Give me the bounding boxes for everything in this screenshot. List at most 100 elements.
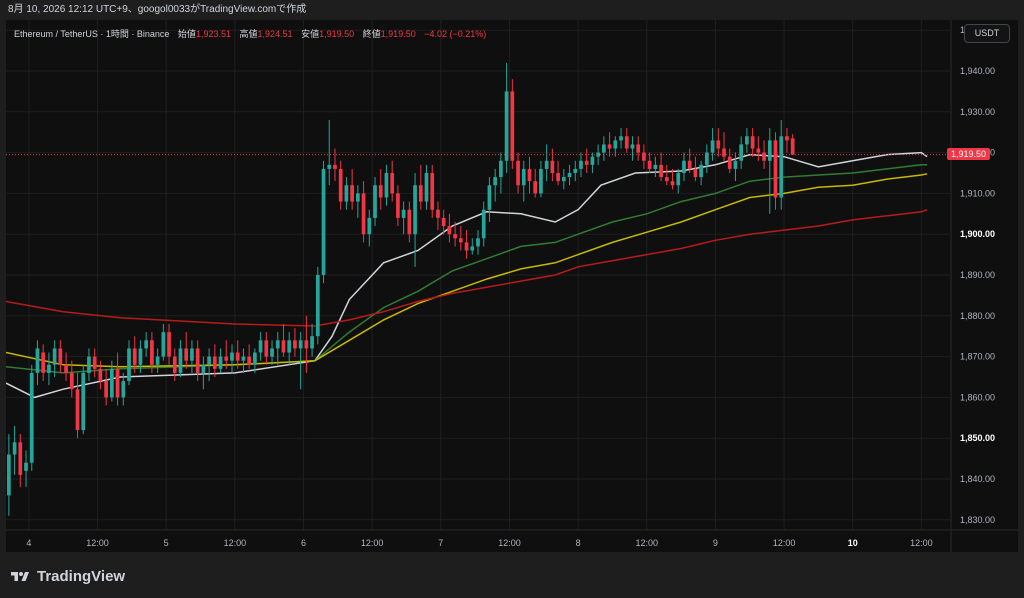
candle-body [447,226,452,235]
open-value: 1,923.51 [195,29,231,39]
candle-body [304,340,309,349]
candle-body [333,164,337,169]
candle-body [493,177,498,186]
symbol-legend: Ethereum / TetherUS · 1時間 · Binance 始値1,… [14,27,486,40]
tradingview-logo[interactable]: TradingView [8,568,125,585]
candle-body [676,173,681,186]
candle-body [327,164,332,169]
candle-body [258,340,263,353]
candle-body [104,381,108,398]
candle-body [464,242,469,251]
time-axis-day-label: 5 [164,538,169,548]
time-axis-time-label: 12:00 [498,538,521,548]
candle-body [407,209,412,235]
candle-body [81,372,86,431]
candle-body [92,356,97,369]
currency-button[interactable]: USDT [964,24,1010,43]
candle-body [64,364,68,373]
price-axis-label: 1,910.00 [960,188,995,198]
candle-body [115,368,120,398]
footer: TradingView [0,552,1024,598]
time-axis-day-label: 8 [576,538,581,548]
candle-body [373,185,377,218]
candle-body [413,185,417,235]
candle-body [602,144,606,153]
candle-body [642,152,646,161]
candle-body [693,168,698,178]
candle-body [561,177,566,182]
candle-body [195,348,200,373]
candle-body [756,148,761,153]
candle-body [167,332,171,357]
price-axis-label: 1,870.00 [960,352,995,362]
candle-body [241,356,246,361]
candle-body [499,160,503,178]
tradingview-icon [11,571,29,581]
candle-body [664,177,669,182]
candle-body [7,454,11,496]
caption-text: 8月 10, 2026 12:12 UTC+9、googol0033がTradi… [8,4,307,15]
candle-body [390,173,395,194]
candle-body [18,442,23,475]
candle-body [567,173,572,178]
candle-body [624,136,629,149]
candle-body [539,168,543,194]
symbol-name: Ethereum / TetherUS · 1時間 · Binance [14,29,170,39]
candle-body [138,348,143,365]
time-axis-day-label: 10 [848,538,858,548]
candle-body [247,356,252,365]
time-axis-time-label: 12:00 [636,538,659,548]
candle-body [596,152,601,157]
candle-body [178,348,183,373]
candle-body [98,368,103,382]
high-value: 1,924.51 [257,29,293,39]
candle-body [367,217,372,235]
time-axis-day-label: 6 [301,538,306,548]
candle-body [344,185,349,202]
time-axis-day-label: 4 [26,538,31,548]
candle-body [550,160,555,173]
candle-body [418,185,423,202]
chart-area[interactable]: 1,950.001,940.001,930.001,920.001,910.00… [6,20,1018,552]
candle-body [321,168,326,275]
candle-body [504,91,509,161]
candle-body [590,156,595,165]
candle-body [779,136,784,198]
time-axis-time-label: 12:00 [361,538,384,548]
candle-body [52,348,57,365]
candle-body [430,173,435,210]
candle-body [29,372,34,463]
open-label: 始値 [177,29,196,39]
candle-body [682,160,686,173]
candlestick-chart[interactable]: 1,950.001,940.001,930.001,920.001,910.00… [6,20,1018,552]
candle-body [293,340,297,349]
price-axis-label: 1,880.00 [960,311,995,321]
time-axis-time-label: 12:00 [86,538,109,548]
moving-average-line [6,173,928,368]
price-axis-label: 1,940.00 [960,66,995,76]
candle-body [350,185,354,202]
candle-body [533,181,538,194]
time-axis-day-label: 9 [713,538,718,548]
candle-body [281,340,286,353]
brand-name: TradingView [37,568,126,585]
candle-body [253,352,257,365]
price-axis-label: 1,840.00 [960,474,995,484]
candle-body [172,356,177,373]
candle-body [155,356,160,365]
candle-body [207,356,211,365]
candle-body [384,173,389,198]
candle-body [161,332,166,357]
candle-body [745,136,749,145]
price-axis-label: 1,900.00 [960,229,995,239]
candle-body [378,185,383,198]
candle-body [87,356,91,373]
candle-body [201,364,206,373]
candle-body [556,173,560,182]
candle-body [453,234,457,239]
candle-body [516,160,520,186]
time-axis-time-label: 12:00 [773,538,796,548]
candle-body [544,160,549,169]
low-label: 安値 [301,29,320,39]
candle-body [315,275,320,337]
